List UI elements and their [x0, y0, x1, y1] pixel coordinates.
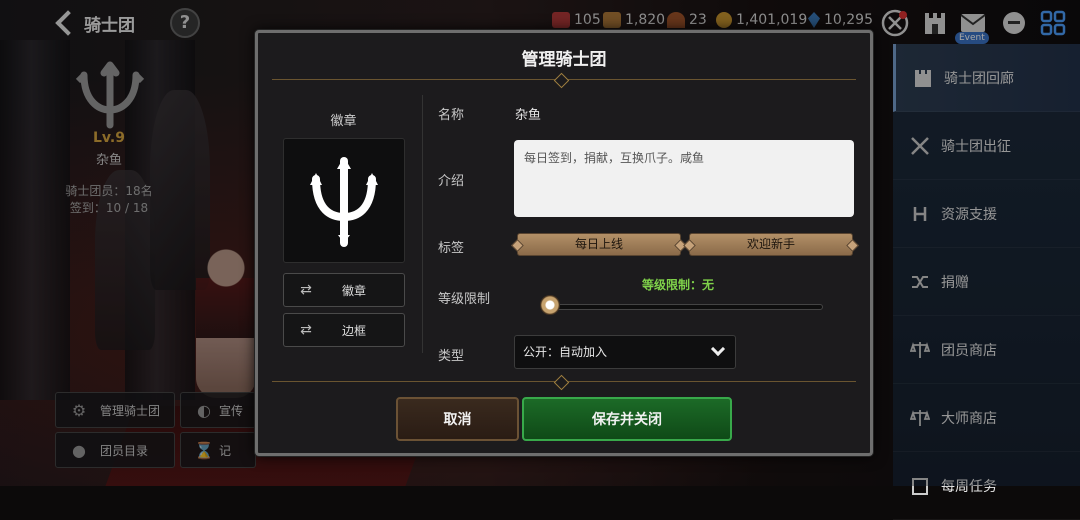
intro-textarea[interactable]: 每日签到，捐献，互换爪子。咸鱼	[514, 140, 854, 217]
dialog-title: 管理骑士团	[521, 50, 607, 70]
level-limit-value: 等级限制：无	[642, 278, 715, 292]
change-emblem-button[interactable]: ⇄ 徽章	[283, 273, 405, 307]
level-limit-label: 等级限制	[438, 292, 491, 307]
emblem-preview	[283, 138, 405, 263]
cancel-button[interactable]: 取消	[396, 397, 519, 441]
guild-name-value: 杂鱼	[515, 108, 542, 123]
slider-handle[interactable]	[540, 295, 560, 315]
button-label: 徽章	[342, 283, 367, 298]
type-label: 类型	[438, 349, 465, 364]
tag-welcome-newbie[interactable]: 欢迎新手	[689, 233, 853, 256]
emblem-label: 徽章	[330, 114, 357, 129]
chevron-down-icon	[710, 341, 726, 357]
tag-label: 标签	[438, 241, 465, 256]
divider	[422, 95, 423, 353]
divider	[272, 381, 856, 382]
tag-daily-online[interactable]: 每日上线	[517, 233, 681, 256]
name-label: 名称	[438, 108, 465, 123]
button-label: 边框	[342, 323, 367, 338]
swap-icon: ⇄	[300, 322, 312, 338]
divider	[272, 79, 856, 80]
save-and-close-button[interactable]: 保存并关闭	[522, 397, 732, 441]
intro-label: 介绍	[438, 174, 465, 189]
change-frame-button[interactable]: ⇄ 边框	[283, 313, 405, 347]
join-type-select[interactable]: 公开：自动加入	[514, 335, 736, 369]
manage-guild-dialog: 管理骑士团 徽章 ⇄ 徽章 ⇄ 边框 名称 杂鱼 介绍 每日签到，捐献，互换爪子…	[255, 30, 873, 456]
trident-emblem-icon	[310, 156, 378, 247]
select-value: 公开：自动加入	[523, 345, 608, 359]
level-limit-slider[interactable]	[548, 304, 823, 310]
swap-icon: ⇄	[300, 282, 312, 298]
